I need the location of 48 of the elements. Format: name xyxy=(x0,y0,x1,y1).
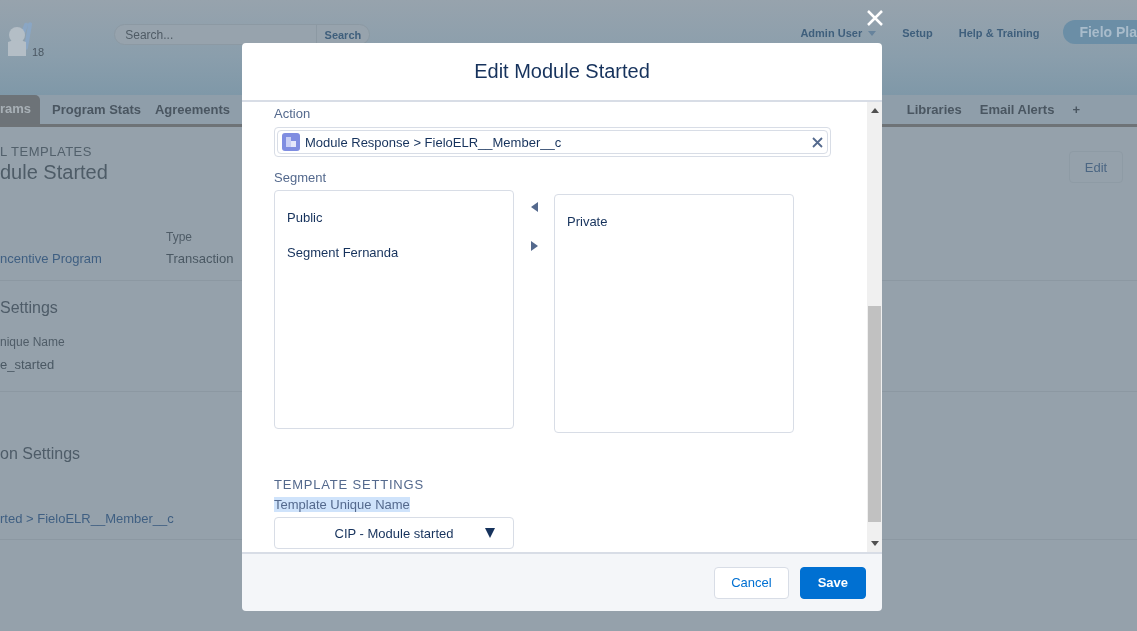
notification-count: 18 xyxy=(32,46,45,58)
header-link[interactable]: Setup xyxy=(902,27,933,39)
lookup-field[interactable]: Module Response > FieloELR__Member__c xyxy=(274,127,831,157)
tab[interactable]: Libraries xyxy=(901,95,967,124)
list-option[interactable]: Private xyxy=(555,204,793,239)
modal-title: Edit Module Started xyxy=(242,43,882,102)
field-link[interactable]: rted > FieloELR__Member__c xyxy=(0,511,174,526)
user-menu[interactable]: Admin User xyxy=(800,27,877,39)
section-heading: TEMPLATE SETTINGS xyxy=(274,477,425,492)
tab[interactable]: rams xyxy=(0,95,41,124)
field-label: Template Unique Name xyxy=(274,497,410,512)
search-field[interactable]: Search... Search xyxy=(114,24,371,45)
list-box[interactable]: Public Segment Fernanda xyxy=(274,190,514,429)
section-heading: Settings xyxy=(0,299,58,317)
close-icon[interactable] xyxy=(866,9,884,27)
field-value: e_started xyxy=(0,357,55,372)
scroll-up-icon[interactable] xyxy=(870,108,879,113)
field-label: Segment xyxy=(274,170,327,185)
selected-record: Module Response > FieloELR__Member__c xyxy=(305,134,563,150)
record-icon xyxy=(282,133,300,151)
tab[interactable]: Email Alerts xyxy=(974,95,1060,124)
section-heading: on Settings xyxy=(0,445,81,463)
field-value: Transaction xyxy=(166,251,234,266)
breadcrumb: L TEMPLATES xyxy=(0,144,93,159)
caret-icon xyxy=(868,30,877,36)
list-option[interactable]: Public xyxy=(275,200,513,235)
header-link[interactable]: Help & Training xyxy=(958,27,1040,39)
field-label: Action xyxy=(274,106,311,121)
field-label: Type xyxy=(166,230,192,244)
scrollbar[interactable] xyxy=(867,102,882,552)
tab[interactable]: + xyxy=(1067,95,1085,124)
list-box[interactable]: Private xyxy=(554,194,794,433)
dropdown-icon xyxy=(485,528,495,538)
right-arrow-icon[interactable] xyxy=(530,241,538,251)
edit-button[interactable]: Edit xyxy=(1069,151,1123,183)
left-arrow-icon[interactable] xyxy=(530,202,538,212)
tab[interactable]: Program Stats xyxy=(47,95,146,124)
app-button[interactable]: Fielo Pla xyxy=(1063,20,1137,44)
tab[interactable]: Agreements xyxy=(149,95,236,124)
list-option[interactable]: Segment Fernanda xyxy=(275,235,513,270)
cancel-button[interactable]: Cancel xyxy=(714,566,789,599)
page-title: dule Started xyxy=(0,161,108,184)
field-label: nique Name xyxy=(0,335,65,349)
scroll-down-icon[interactable] xyxy=(870,541,879,546)
save-button[interactable]: Save xyxy=(799,566,866,599)
field-link[interactable]: ncentive Program xyxy=(0,251,102,266)
template-select[interactable]: CIP - Module started xyxy=(274,517,514,549)
clear-icon[interactable] xyxy=(812,136,823,148)
